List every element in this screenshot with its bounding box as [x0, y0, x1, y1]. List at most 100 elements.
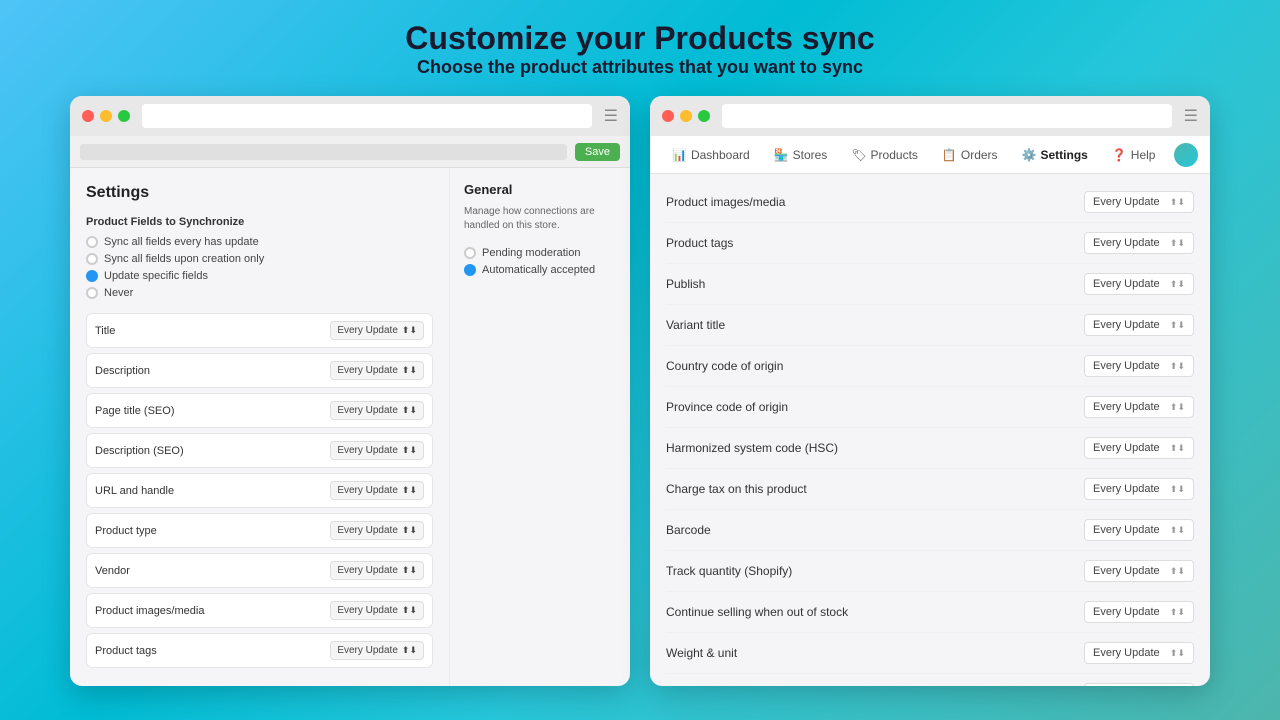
general-title: General — [464, 182, 616, 197]
nav-orders[interactable]: 📋 Orders — [932, 140, 1008, 170]
radio-option-1[interactable]: Sync all fields upon creation only — [86, 253, 433, 265]
left-field-value-2: Every Update — [337, 405, 398, 416]
right-chevron-icon-6: ⬆⬇ — [1170, 443, 1185, 454]
nav-settings-label: Settings — [1041, 148, 1088, 162]
right-chevron-icon-0: ⬆⬇ — [1170, 197, 1185, 208]
left-field-row-4: URL and handle Every Update ⬆⬇ — [86, 473, 433, 508]
right-chevron-icon-4: ⬆⬇ — [1170, 361, 1185, 372]
right-settings-content: Product images/media Every Update ⬆⬇ Pro… — [650, 174, 1210, 686]
fields-list: Title Every Update ⬆⬇ Description Every … — [86, 313, 433, 668]
right-chevron-icon-5: ⬆⬇ — [1170, 402, 1185, 413]
left-field-label-6: Vendor — [95, 565, 130, 577]
left-field-select-1[interactable]: Every Update ⬆⬇ — [330, 361, 424, 380]
sync-section: Product Fields to Synchronize Sync all f… — [86, 216, 433, 299]
right-field-select-8[interactable]: Every Update ⬆⬇ — [1084, 519, 1194, 541]
gear-icon: ⚙️ — [1022, 148, 1037, 162]
green-dot — [118, 110, 130, 122]
right-green-dot — [698, 110, 710, 122]
chevron-icon-1: ⬆⬇ — [402, 365, 417, 376]
save-button[interactable]: Save — [575, 143, 620, 161]
nav-products-label: Products — [871, 148, 918, 162]
left-field-value-5: Every Update — [337, 525, 398, 536]
left-field-select-0[interactable]: Every Update ⬆⬇ — [330, 321, 424, 340]
right-field-select-11[interactable]: Every Update ⬆⬇ — [1084, 642, 1194, 664]
right-field-label-6: Harmonized system code (HSC) — [666, 441, 838, 455]
left-field-value-7: Every Update — [337, 605, 398, 616]
nav-products[interactable]: 🏷 Products — [841, 140, 928, 170]
radio-3 — [86, 287, 98, 299]
general-option-1[interactable]: Automatically accepted — [464, 264, 616, 276]
right-field-row-1: Product tags Every Update ⬆⬇ — [666, 223, 1194, 264]
windows-container: ☰ Save Settings Product Fields to Synchr… — [20, 96, 1260, 686]
settings-title: Settings — [86, 184, 433, 202]
radio-label-3: Never — [104, 287, 133, 299]
left-field-select-7[interactable]: Every Update ⬆⬇ — [330, 601, 424, 620]
nav-help[interactable]: ❓ Help — [1102, 140, 1166, 170]
right-field-select-7[interactable]: Every Update ⬆⬇ — [1084, 478, 1194, 500]
right-field-label-2: Publish — [666, 277, 705, 291]
left-field-select-6[interactable]: Every Update ⬆⬇ — [330, 561, 424, 580]
right-field-select-1[interactable]: Every Update ⬆⬇ — [1084, 232, 1194, 254]
right-nav: 📊 Dashboard 🏪 Stores 🏷 Products 📋 Orders… — [650, 136, 1210, 174]
radio-option-2[interactable]: Update specific fields — [86, 270, 433, 282]
left-field-label-0: Title — [95, 325, 115, 337]
radio-label-2: Update specific fields — [104, 270, 208, 282]
left-field-label-2: Page title (SEO) — [95, 405, 174, 417]
right-field-label-1: Product tags — [666, 236, 733, 250]
right-menu-icon: ☰ — [1184, 106, 1198, 126]
right-field-value-1: Every Update — [1093, 237, 1160, 249]
right-field-row-10: Continue selling when out of stock Every… — [666, 592, 1194, 633]
left-field-value-6: Every Update — [337, 565, 398, 576]
right-field-label-0: Product images/media — [666, 195, 785, 209]
right-field-value-8: Every Update — [1093, 524, 1160, 536]
left-field-select-3[interactable]: Every Update ⬆⬇ — [330, 441, 424, 460]
right-titlebar: ☰ — [650, 96, 1210, 136]
chart-icon: 📊 — [672, 148, 687, 162]
nav-settings[interactable]: ⚙️ Settings — [1012, 140, 1098, 170]
radio-option-0[interactable]: Sync all fields every has update — [86, 236, 433, 248]
general-option-0[interactable]: Pending moderation — [464, 247, 616, 259]
right-field-select-9[interactable]: Every Update ⬆⬇ — [1084, 560, 1194, 582]
right-field-row-12: Fulfillment Service Every Update ⬆⬇ — [666, 674, 1194, 686]
right-field-select-10[interactable]: Every Update ⬆⬇ — [1084, 601, 1194, 623]
yellow-dot — [100, 110, 112, 122]
left-field-row-1: Description Every Update ⬆⬇ — [86, 353, 433, 388]
right-address-bar — [722, 104, 1172, 128]
right-field-label-3: Variant title — [666, 318, 725, 332]
right-chevron-icon-8: ⬆⬇ — [1170, 525, 1185, 536]
right-chevron-icon-10: ⬆⬇ — [1170, 607, 1185, 618]
left-field-select-8[interactable]: Every Update ⬆⬇ — [330, 641, 424, 660]
right-field-select-5[interactable]: Every Update ⬆⬇ — [1084, 396, 1194, 418]
left-field-row-7: Product images/media Every Update ⬆⬇ — [86, 593, 433, 628]
page-subtitle: Choose the product attributes that you w… — [405, 57, 874, 78]
right-chevron-icon-7: ⬆⬇ — [1170, 484, 1185, 495]
right-field-select-4[interactable]: Every Update ⬆⬇ — [1084, 355, 1194, 377]
left-field-select-4[interactable]: Every Update ⬆⬇ — [330, 481, 424, 500]
right-field-row-6: Harmonized system code (HSC) Every Updat… — [666, 428, 1194, 469]
nav-orders-label: Orders — [961, 148, 998, 162]
general-radio-0 — [464, 247, 476, 259]
avatar — [1174, 143, 1198, 167]
right-field-row-8: Barcode Every Update ⬆⬇ — [666, 510, 1194, 551]
nav-dashboard[interactable]: 📊 Dashboard — [662, 140, 760, 170]
radio-2 — [86, 270, 98, 282]
nav-stores[interactable]: 🏪 Stores — [764, 140, 838, 170]
left-field-value-8: Every Update — [337, 645, 398, 656]
right-field-value-3: Every Update — [1093, 319, 1160, 331]
right-field-select-6[interactable]: Every Update ⬆⬇ — [1084, 437, 1194, 459]
left-field-value-1: Every Update — [337, 365, 398, 376]
left-field-select-2[interactable]: Every Update ⬆⬇ — [330, 401, 424, 420]
radio-option-3[interactable]: Never — [86, 287, 433, 299]
right-field-row-4: Country code of origin Every Update ⬆⬇ — [666, 346, 1194, 387]
right-field-select-3[interactable]: Every Update ⬆⬇ — [1084, 314, 1194, 336]
right-field-label-11: Weight & unit — [666, 646, 737, 660]
right-field-select-12[interactable]: Every Update ⬆⬇ — [1084, 683, 1194, 686]
left-field-select-5[interactable]: Every Update ⬆⬇ — [330, 521, 424, 540]
right-field-select-0[interactable]: Every Update ⬆⬇ — [1084, 191, 1194, 213]
left-field-label-3: Description (SEO) — [95, 445, 184, 457]
red-dot — [82, 110, 94, 122]
settings-panel: Settings Product Fields to Synchronize S… — [70, 168, 450, 686]
right-field-select-2[interactable]: Every Update ⬆⬇ — [1084, 273, 1194, 295]
left-titlebar: ☰ — [70, 96, 630, 136]
general-label-0: Pending moderation — [482, 247, 580, 259]
